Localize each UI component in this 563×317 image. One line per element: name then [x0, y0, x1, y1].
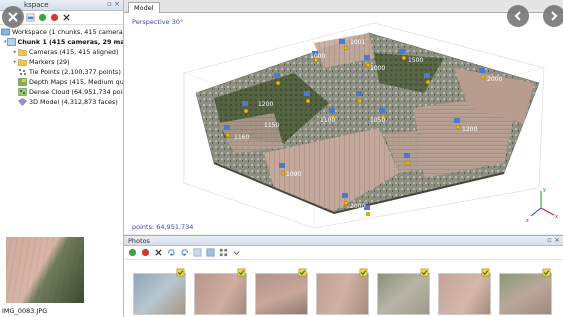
terrain-model: 1000 1001 1200 1160 1150 1100 1050 1090 …: [183, 22, 558, 229]
axis-y-label: y: [543, 187, 546, 193]
aligned-check-icon: [542, 268, 551, 277]
enable-icon[interactable]: [128, 248, 137, 257]
model-icon: [18, 98, 27, 106]
marker-label: 1090: [286, 171, 301, 178]
view-mode-icon[interactable]: [219, 248, 228, 257]
remove-icon[interactable]: [154, 248, 163, 257]
workspace-icon: [1, 28, 10, 36]
tree-item-label: Cameras (415, 415 aligned): [29, 48, 119, 56]
marker-label: 2000: [350, 203, 365, 210]
tree-item-label: Workspace (1 chunks, 415 cameras): [12, 28, 123, 36]
preview-pane: [0, 232, 124, 317]
close-icon[interactable]: [2, 6, 24, 28]
marker-label: 1000: [370, 65, 385, 72]
photo-thumbnail[interactable]: [316, 268, 369, 315]
marker-label: 1000: [310, 53, 325, 60]
chevron-right-icon[interactable]: [543, 5, 563, 27]
tree-item-label: Tie Points (2,100,377 points): [29, 68, 121, 76]
axis-x-label: x: [555, 214, 558, 220]
aligned-check-icon: [237, 268, 246, 277]
tree-item-label: Depth Maps (415, Medium quality): [29, 78, 123, 86]
tree-item-tie-points[interactable]: Tie Points (2,100,377 points): [0, 67, 123, 77]
photo-thumbnail[interactable]: [438, 268, 491, 315]
rotate-right-icon[interactable]: [167, 248, 176, 257]
marker-label: 1100: [320, 117, 335, 124]
tree-item-chunk[interactable]: ▾ Chunk 1 (415 cameras, 29 markers): [0, 37, 123, 47]
preview-image: [6, 237, 84, 303]
perspective-label: Perspective 30°: [132, 18, 184, 26]
tree-item-depth-maps[interactable]: Depth Maps (415, Medium quality): [0, 77, 123, 87]
marker-label: 1050: [370, 117, 385, 124]
tree-item-3d-model[interactable]: 3D Model (4,312,873 faces): [0, 97, 123, 107]
tree-item-label: Chunk 1 (415 cameras, 29 markers): [17, 38, 123, 46]
aligned-check-icon: [298, 268, 307, 277]
aligned-check-icon: [481, 268, 490, 277]
photo-thumbnail[interactable]: [377, 268, 430, 315]
workspace-title: kspace: [24, 1, 49, 9]
pane-window-buttons[interactable]: ▫ ×: [107, 0, 120, 8]
image-icon[interactable]: [206, 248, 215, 257]
depth-maps-icon: [18, 78, 27, 86]
photos-titlebar: Photos ▫ ×: [124, 236, 563, 246]
marker-label: 2000: [487, 76, 502, 83]
tie-points-icon: [18, 68, 27, 76]
tree-item-dense-cloud[interactable]: Dense Cloud (64,951,734 points): [0, 87, 123, 97]
axis-z-label: z: [526, 218, 529, 224]
axis-gizmo: x y z: [526, 187, 558, 224]
remove-icon[interactable]: [62, 13, 71, 22]
marker-label: 1200: [258, 101, 273, 108]
disable-icon[interactable]: [141, 248, 150, 257]
workspace-tree: Workspace (1 chunks, 415 cameras) ▾ Chun…: [0, 25, 123, 107]
tree-item-label: Markers (29): [29, 58, 70, 66]
app-window: kspace ▫ × Workspace (1 chunks, 415 came…: [0, 0, 563, 317]
photo-thumbnail[interactable]: [499, 268, 552, 315]
tree-item-label: 3D Model (4,312,873 faces): [29, 98, 118, 106]
aligned-check-icon: [359, 268, 368, 277]
tree-item-cameras[interactable]: ▸ Cameras (415, 415 aligned): [0, 47, 123, 57]
chunk-icon: [6, 38, 16, 46]
tree-item-workspace[interactable]: Workspace (1 chunks, 415 cameras): [0, 27, 123, 37]
disable-icon[interactable]: [50, 13, 59, 22]
dense-cloud-icon: [18, 88, 27, 96]
marker-label: 1001: [350, 39, 365, 46]
mask-icon[interactable]: [193, 248, 202, 257]
folder-icon: [18, 58, 27, 66]
points-count-label: points: 64,951,734: [132, 223, 194, 231]
photo-thumbnail[interactable]: [194, 268, 247, 315]
marker-label: 1500: [408, 57, 423, 64]
aligned-check-icon: [420, 268, 429, 277]
model-view[interactable]: 1000 1001 1200 1160 1150 1100 1050 1090 …: [124, 13, 563, 234]
aligned-check-icon: [176, 268, 185, 277]
photos-toolbar: [124, 246, 563, 260]
photos-title: Photos: [128, 237, 150, 245]
chevron-down-icon[interactable]: [232, 248, 241, 257]
add-photos-icon[interactable]: [26, 13, 35, 22]
photo-thumbnail[interactable]: [255, 268, 308, 315]
preview-caption: IMG_0083.JPG: [2, 307, 48, 315]
model-tabbar: Model: [124, 0, 563, 13]
tree-item-label: Dense Cloud (64,951,734 points): [29, 88, 123, 96]
marker-label: 1200: [462, 126, 477, 133]
tab-model[interactable]: Model: [128, 2, 160, 13]
marker-label: 1150: [264, 122, 279, 129]
tree-item-markers[interactable]: ▸ Markers (29): [0, 57, 123, 67]
chevron-left-icon[interactable]: [507, 5, 529, 27]
folder-icon: [18, 48, 27, 56]
photo-thumbnail[interactable]: [133, 268, 186, 315]
enable-icon[interactable]: [38, 13, 47, 22]
rotate-left-icon[interactable]: [180, 248, 189, 257]
pane-window-buttons[interactable]: ▫ ×: [547, 236, 560, 244]
marker-label: 1160: [234, 134, 249, 141]
workspace-pane: kspace ▫ × Workspace (1 chunks, 415 came…: [0, 0, 124, 232]
photo-thumbnail-strip: [133, 268, 552, 317]
